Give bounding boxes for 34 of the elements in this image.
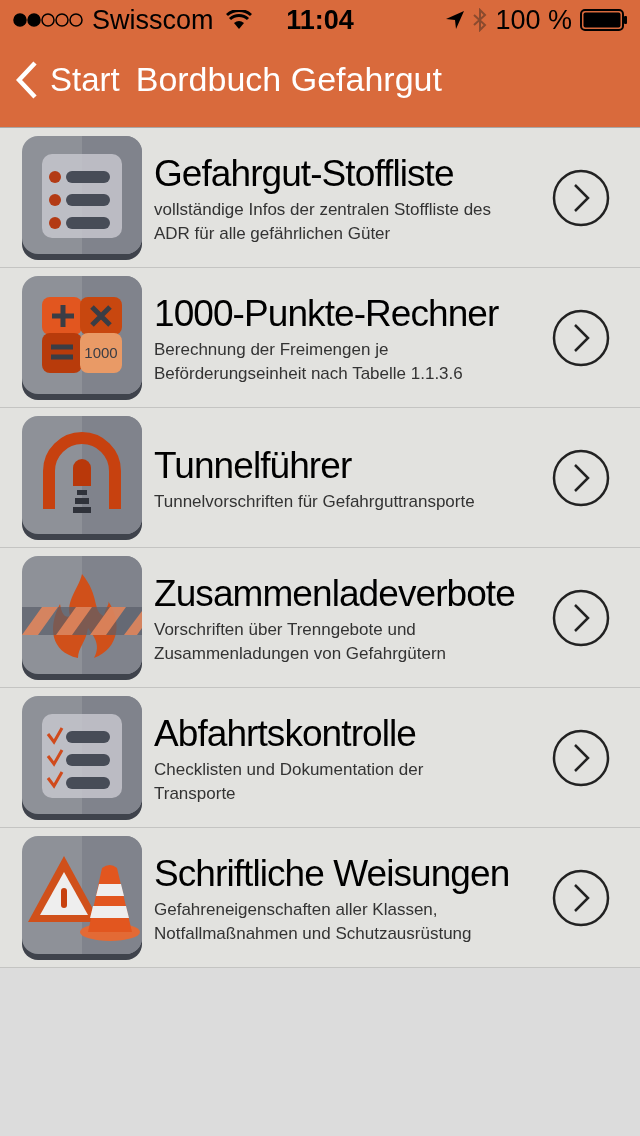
menu-item[interactable]: 1000 1000-Punkte-Rechner Berechnung der Freimengen je Beförderungseinheit nach Tabelle 1.1.3.6	[0, 268, 640, 408]
menu-item[interactable]: Schriftliche Weisungen Gefahreneigenschaften aller Klassen, Notfallmaßnahmen und Schutzausrüstung	[0, 828, 640, 968]
signal-strength-icon	[12, 12, 84, 28]
menu-item-title: Zusammenladeverbote	[154, 571, 516, 616]
carrier-name: Swisscom	[92, 3, 214, 37]
screen-title: Bordbuch Gefahrgut	[135, 59, 442, 100]
chevron-circle-icon	[552, 588, 610, 647]
menu-item[interactable]: Abfahrtskontrolle Checklisten und Dokumentation der Transporte	[0, 688, 640, 828]
menu-item-title: Gefahrgut-Stoffliste	[154, 151, 455, 196]
chevron-circle-icon	[552, 868, 610, 927]
menu-item-description: Gefahreneigenschaften aller Klassen, Notfallmaßnahmen und Schutzausrüstung	[154, 898, 473, 945]
wifi-icon	[225, 10, 252, 30]
location-arrow-icon	[445, 10, 466, 30]
chevron-circle-icon	[552, 728, 610, 787]
menu-item-title: Tunnelführer	[154, 443, 353, 488]
menu-item[interactable]: Zusammenladeverbote Vorschriften über Trenngebote und Zusammenladungen von Gefahrgütern	[0, 548, 640, 688]
menu-item[interactable]: Tunnelführer Tunnelvorschriften für Gefahrguttransporte	[0, 408, 640, 548]
battery-percentage: 100 %	[495, 3, 572, 37]
bluetooth-icon	[473, 8, 488, 32]
menu-item[interactable]: Gefahrgut-Stoffliste vollständige Infos der zentralen Stoffliste des ADR für alle gefährlichen Güter	[0, 128, 640, 268]
back-chevron-icon	[16, 60, 38, 99]
menu-item-description: Tunnelvorschriften für Gefahrguttransporte	[154, 490, 476, 513]
chevron-circle-icon	[552, 448, 610, 507]
menu-item-description: vollständige Infos der zentralen Stoffliste des ADR für alle gefährlichen Güter	[154, 198, 493, 245]
menu-item-description: Berechnung der Freimengen je Beförderungseinheit nach Tabelle 1.1.3.6	[154, 338, 464, 385]
chevron-circle-icon	[552, 308, 610, 367]
menu-item-title: 1000-Punkte-Rechner	[154, 291, 500, 336]
menu-item-description: Checklisten und Dokumentation der Transporte	[154, 758, 425, 805]
status-time: 11:04	[286, 3, 354, 37]
menu-item-description: Vorschriften über Trenngebote und Zusammenladungen von Gefahrgütern	[154, 618, 447, 665]
menu-item-title: Schriftliche Weisungen	[154, 851, 511, 896]
chevron-circle-icon	[552, 168, 610, 227]
menu-item-title: Abfahrtskontrolle	[154, 711, 417, 756]
battery-icon	[580, 9, 628, 31]
